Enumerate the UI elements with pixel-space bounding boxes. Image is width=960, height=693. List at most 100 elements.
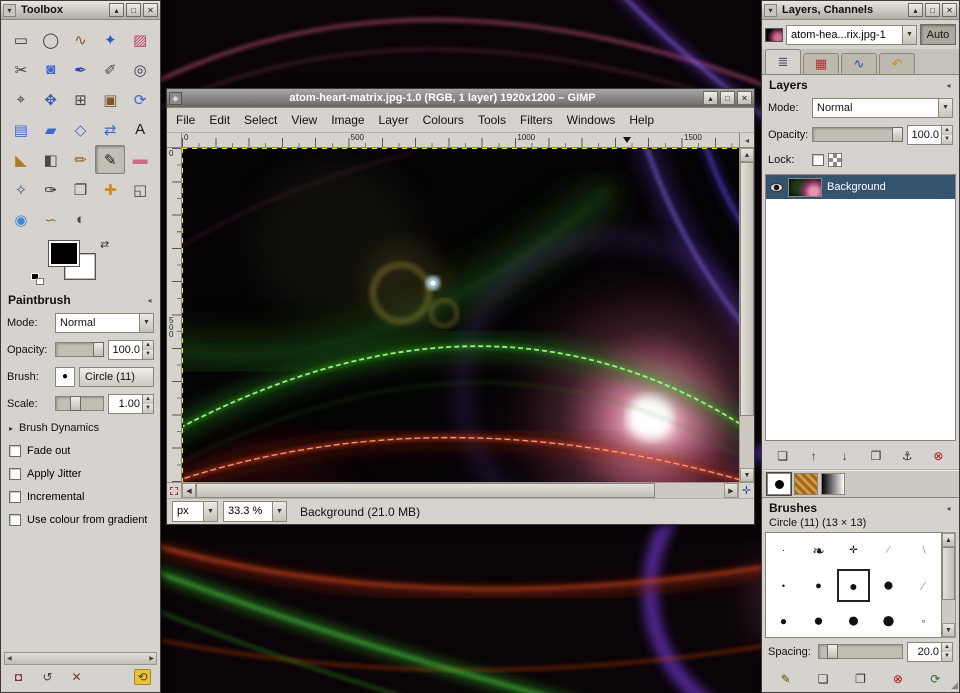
menu-tools[interactable]: Tools: [471, 109, 513, 131]
close-button[interactable]: ✕: [942, 3, 957, 17]
tool-blend[interactable]: ◧: [36, 145, 66, 174]
slider-thumb[interactable]: [93, 342, 104, 357]
scroll-left-icon[interactable]: ◀: [182, 483, 196, 498]
edit-brush-button[interactable]: ✎: [777, 671, 794, 687]
new-brush-button[interactable]: ❏: [815, 671, 832, 687]
dock-resize-handle[interactable]: ◀ ▶: [4, 652, 157, 665]
menu-windows[interactable]: Windows: [560, 109, 623, 131]
brush-dynamics-expander[interactable]: ▸ Brush Dynamics: [1, 417, 160, 439]
brush-backslash-small[interactable]: ∖: [906, 533, 941, 568]
lock-alpha-icon[interactable]: [828, 153, 842, 167]
mode-select[interactable]: Normal ▼: [55, 313, 154, 333]
save-tool-options-button[interactable]: ◘: [10, 669, 27, 685]
menu-select[interactable]: Select: [237, 109, 284, 131]
layer-opacity-slider[interactable]: [812, 127, 903, 142]
scrollbar-thumb[interactable]: [942, 547, 955, 600]
layer-mode-select[interactable]: Normal ▼: [812, 98, 953, 118]
layer-row-background[interactable]: Background: [766, 175, 955, 199]
tab-brushes[interactable]: [767, 473, 791, 495]
tool-select-by-color[interactable]: ▨: [125, 25, 155, 54]
layer-opacity-spinner[interactable]: 100.0 ▲▼: [907, 125, 953, 145]
image-select[interactable]: atom-hea...rix.jpg-1 ▼: [786, 25, 917, 45]
menu-file[interactable]: File: [169, 109, 202, 131]
tab-layers[interactable]: ≣: [765, 49, 801, 74]
brush-slash-small[interactable]: ∕: [871, 533, 906, 568]
scrollbar-thumb[interactable]: [740, 162, 754, 416]
tool-perspective-clone[interactable]: ◱: [125, 175, 155, 204]
tab-patterns[interactable]: [794, 473, 818, 495]
tool-scale[interactable]: ▤: [6, 115, 36, 144]
image-menu-button[interactable]: ◂: [739, 133, 754, 148]
tool-scissors-select[interactable]: ✂: [6, 55, 36, 84]
tool-free-select[interactable]: ∿: [66, 25, 96, 54]
foreground-color-swatch[interactable]: [49, 241, 79, 266]
gimp-window-icon[interactable]: ◈: [169, 92, 182, 105]
zoom-select[interactable]: 33.3 % ▼: [223, 501, 287, 522]
spinner-arrows-icon[interactable]: ▲▼: [142, 341, 153, 359]
tool-flip[interactable]: ⇄: [95, 115, 125, 144]
menu-edit[interactable]: Edit: [202, 109, 237, 131]
toolbox-titlebar[interactable]: ▾ Toolbox ▴ □ ✕: [1, 1, 160, 20]
brush-scrollbar[interactable]: ▲ ▼: [942, 532, 956, 638]
scale-slider[interactable]: [55, 396, 104, 411]
tool-blur-sharpen[interactable]: ◉: [6, 205, 36, 234]
brush-select-button[interactable]: Circle (11): [79, 367, 154, 387]
menu-colours[interactable]: Colours: [416, 109, 471, 131]
menu-filters[interactable]: Filters: [513, 109, 560, 131]
collapse-icon[interactable]: ◂: [942, 502, 955, 515]
scroll-right-icon[interactable]: ▶: [724, 483, 738, 498]
new-layer-button[interactable]: ❏: [774, 448, 791, 464]
close-button[interactable]: ✕: [737, 91, 752, 105]
option-apply-jitter[interactable]: Apply Jitter: [1, 462, 160, 485]
tool-color-picker[interactable]: ✐: [95, 55, 125, 84]
tool-paintbrush[interactable]: ✎: [95, 145, 125, 174]
tool-shear[interactable]: ▰: [36, 115, 66, 144]
shade-button[interactable]: ▴: [109, 3, 124, 17]
checkbox-use-colour-from-gradient[interactable]: [9, 514, 21, 526]
checkbox-fade-out[interactable]: [9, 445, 21, 457]
tab-channels[interactable]: ▦: [803, 53, 839, 74]
slider-thumb[interactable]: [827, 644, 838, 659]
window-menu-icon[interactable]: ▾: [764, 4, 777, 17]
tool-perspective[interactable]: ◇: [66, 115, 96, 144]
auto-follow-button[interactable]: Auto: [920, 24, 956, 45]
checkbox-apply-jitter[interactable]: [9, 468, 21, 480]
scroll-down-icon[interactable]: ▼: [942, 623, 955, 637]
option-incremental[interactable]: Incremental: [1, 485, 160, 508]
tab-paths[interactable]: ∿: [841, 53, 877, 74]
option-use-colour-from-gradient[interactable]: Use colour from gradient: [1, 508, 160, 531]
tool-align[interactable]: ⊞: [66, 85, 96, 114]
tool-ellipse-select[interactable]: ◯: [36, 25, 66, 54]
raise-layer-button[interactable]: ↑: [805, 448, 822, 464]
brush-fuzzy[interactable]: ◦: [906, 603, 941, 638]
default-colors-icon[interactable]: [31, 273, 47, 287]
menu-image[interactable]: Image: [324, 109, 371, 131]
quick-mask-button[interactable]: [167, 482, 182, 498]
window-menu-icon[interactable]: ▾: [3, 4, 16, 17]
tool-clone[interactable]: ❐: [66, 175, 96, 204]
scale-spinner[interactable]: 1.00 ▲▼: [108, 394, 154, 414]
duplicate-layer-button[interactable]: ❐: [868, 448, 885, 464]
tool-rectangle-select[interactable]: ▭: [6, 25, 36, 54]
anchor-layer-button[interactable]: ⚓: [899, 448, 916, 464]
lock-checkbox[interactable]: [812, 154, 824, 166]
slider-thumb[interactable]: [892, 127, 903, 142]
shade-button[interactable]: ▴: [703, 91, 718, 105]
tool-bucket-fill[interactable]: ◣: [6, 145, 36, 174]
brush-pixel[interactable]: ·: [766, 533, 801, 568]
spacing-slider[interactable]: [818, 644, 903, 659]
tool-text[interactable]: A: [125, 115, 155, 144]
menu-help[interactable]: Help: [622, 109, 661, 131]
restore-tool-options-button[interactable]: ↺: [39, 669, 56, 685]
close-button[interactable]: ✕: [143, 3, 158, 17]
delete-tool-options-button[interactable]: ✕: [68, 669, 85, 685]
vertical-scrollbar[interactable]: ▲ ▼: [739, 148, 754, 482]
menu-view[interactable]: View: [284, 109, 324, 131]
horizontal-scrollbar[interactable]: ◀ ▶: [182, 482, 738, 498]
tool-ink[interactable]: ✑: [36, 175, 66, 204]
tool-move[interactable]: ✥: [36, 85, 66, 114]
scroll-left-icon[interactable]: ◀: [7, 655, 12, 662]
scroll-right-icon[interactable]: ▶: [149, 655, 154, 662]
tool-dodge-burn[interactable]: ◐: [66, 205, 96, 234]
maximize-button[interactable]: □: [720, 91, 735, 105]
